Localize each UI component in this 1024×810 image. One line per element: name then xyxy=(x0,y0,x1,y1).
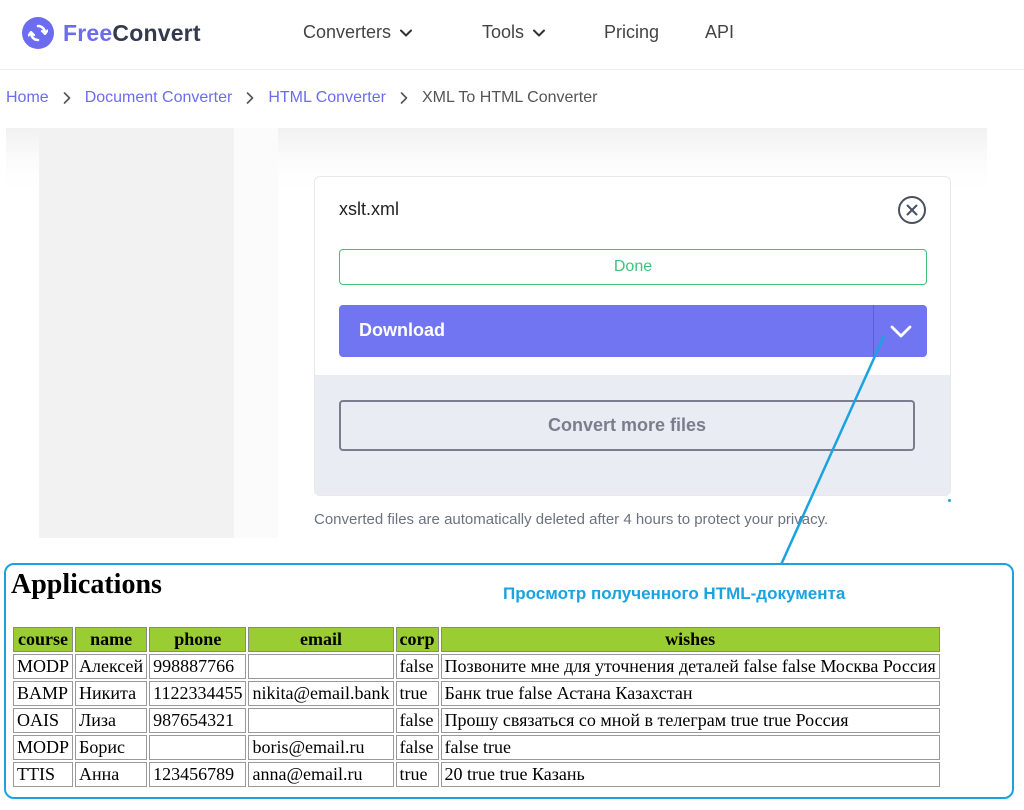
cell-corp: false xyxy=(395,735,439,760)
cell-name: Анна xyxy=(75,762,148,787)
close-icon xyxy=(906,204,918,216)
cell-wishes: 20 true true Казань xyxy=(440,762,940,787)
cell-course: MODP xyxy=(13,654,74,679)
preview-heading: Applications xyxy=(11,569,162,600)
cell-phone: 987654321 xyxy=(149,708,247,733)
file-name: xslt.xml xyxy=(339,199,399,219)
nav-api[interactable]: API xyxy=(705,22,734,43)
sidebar-gap xyxy=(234,128,278,538)
breadcrumb-document-converter[interactable]: Document Converter xyxy=(85,89,233,107)
chevron-right-icon xyxy=(400,92,408,104)
cell-email: anna@email.ru xyxy=(248,762,394,787)
chevron-down-icon xyxy=(533,29,546,36)
column-header-phone: phone xyxy=(149,627,247,652)
table-row: BAMP Никита 1122334455 nikita@email.bank… xyxy=(13,681,940,706)
column-header-name: name xyxy=(75,627,148,652)
cell-wishes: Банк true false Астана Казахстан xyxy=(440,681,940,706)
chevron-right-icon xyxy=(63,92,71,104)
logo-free-text: Free xyxy=(63,19,113,46)
cell-corp: true xyxy=(395,681,439,706)
cell-course: TTIS xyxy=(13,762,74,787)
chevron-right-icon xyxy=(246,92,254,104)
status-done-bar: Done xyxy=(339,249,927,285)
cell-wishes: Прошу связаться со мной в телеграм true … xyxy=(440,708,940,733)
logo-wordmark: FreeConvert xyxy=(63,20,201,47)
cell-email: nikita@email.bank xyxy=(248,681,394,706)
nav-pricing-label: Pricing xyxy=(604,22,660,42)
convert-more-files-button[interactable]: Convert more files xyxy=(339,400,915,451)
breadcrumb: Home Document Converter HTML Converter X… xyxy=(6,89,597,107)
chevron-down-icon xyxy=(890,325,911,337)
cell-wishes: Позвоните мне для уточнения деталей fals… xyxy=(440,654,940,679)
remove-file-button[interactable] xyxy=(898,196,926,224)
table-row: OAIS Лиза 987654321 false Прошу связатьс… xyxy=(13,708,940,733)
column-header-course: course xyxy=(13,627,74,652)
cell-wishes: false true xyxy=(440,735,940,760)
cell-course: MODP xyxy=(13,735,74,760)
cell-corp: false xyxy=(395,654,439,679)
cell-phone: 998887766 xyxy=(149,654,247,679)
cell-name: Никита xyxy=(75,681,148,706)
nav-converters-label: Converters xyxy=(303,22,392,42)
download-label: Download xyxy=(359,320,445,340)
logo-convert-text: Convert xyxy=(112,19,201,46)
cell-phone: 123456789 xyxy=(149,762,247,787)
privacy-note: Converted files are automatically delete… xyxy=(314,511,829,528)
breadcrumb-html-converter[interactable]: HTML Converter xyxy=(268,89,386,107)
left-sidebar xyxy=(39,128,234,538)
nav-converters[interactable]: Converters xyxy=(303,22,413,43)
annotation-dot xyxy=(948,499,951,502)
card-footer: Convert more files xyxy=(315,375,950,495)
cell-name: Борис xyxy=(75,735,148,760)
chevron-down-icon xyxy=(400,29,413,36)
nav-api-label: API xyxy=(705,22,735,42)
table-header-row: course name phone email corp wishes xyxy=(13,627,940,652)
site-header: FreeConvert Converters Tools Pricing API xyxy=(0,0,1024,70)
cell-phone xyxy=(149,735,247,760)
cell-name: Алексей xyxy=(75,654,148,679)
cell-email xyxy=(248,708,394,733)
table-row: MODP Алексей 998887766 false Позвоните м… xyxy=(13,654,940,679)
cell-email: boris@email.ru xyxy=(248,735,394,760)
download-button[interactable]: Download xyxy=(339,305,927,357)
cell-corp: false xyxy=(395,708,439,733)
file-card: xslt.xml Done Download Convert more file… xyxy=(314,176,951,496)
column-header-email: email xyxy=(248,627,394,652)
cell-course: OAIS xyxy=(13,708,74,733)
nav-tools-label: Tools xyxy=(482,22,525,42)
column-header-corp: corp xyxy=(395,627,439,652)
breadcrumb-current: XML To HTML Converter xyxy=(421,89,598,106)
column-header-wishes: wishes xyxy=(440,627,940,652)
download-options-toggle[interactable] xyxy=(874,305,927,357)
applications-table: course name phone email corp wishes MODP… xyxy=(11,625,942,789)
cell-email xyxy=(248,654,394,679)
cell-course: BAMP xyxy=(13,681,74,706)
table-row: MODP Борис boris@email.ru false false tr… xyxy=(13,735,940,760)
callout-caption: Просмотр полученного HTML-документа xyxy=(503,584,846,603)
freeconvert-logo[interactable]: FreeConvert xyxy=(22,17,201,49)
nav-pricing[interactable]: Pricing xyxy=(604,22,659,43)
table-row: TTIS Анна 123456789 anna@email.ru true 2… xyxy=(13,762,940,787)
breadcrumb-home[interactable]: Home xyxy=(6,89,49,107)
cell-phone: 1122334455 xyxy=(149,681,247,706)
nav-tools[interactable]: Tools xyxy=(482,22,546,43)
logo-refresh-icon xyxy=(22,17,54,49)
html-preview-box: Applications Просмотр полученного HTML-д… xyxy=(4,563,1014,799)
cell-corp: true xyxy=(395,762,439,787)
cell-name: Лиза xyxy=(75,708,148,733)
